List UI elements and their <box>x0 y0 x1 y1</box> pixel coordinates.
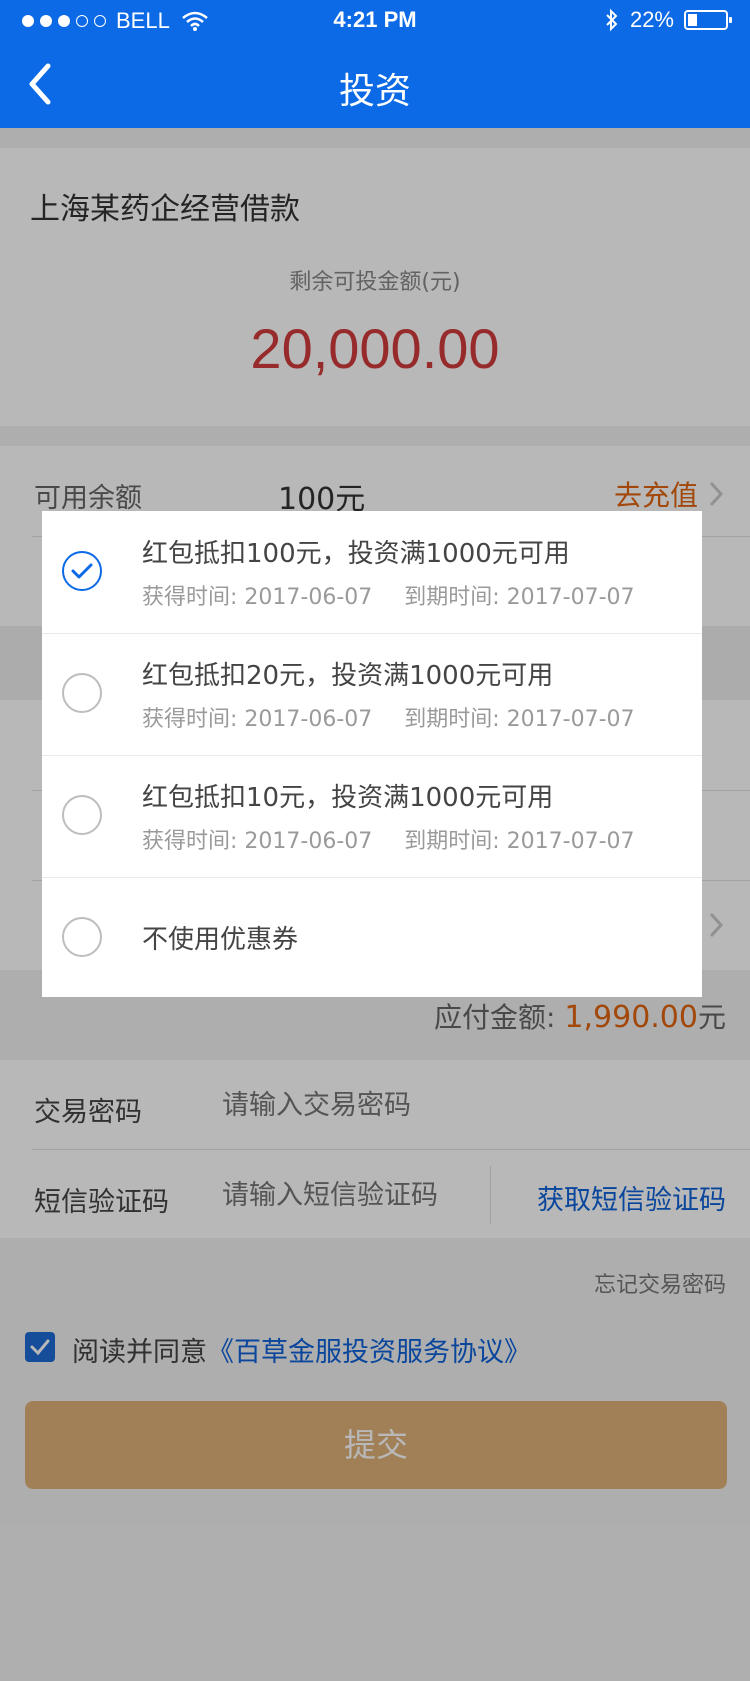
radio-unchecked-icon <box>62 795 102 835</box>
coupon-dates: 获得时间: 2017-06-07 到期时间: 2017-07-07 <box>142 823 635 855</box>
radio-checked-icon <box>62 551 102 591</box>
coupon-dates: 获得时间: 2017-06-07 到期时间: 2017-07-07 <box>142 579 635 611</box>
coupon-option[interactable]: 红包抵扣20元，投资满1000元可用 获得时间: 2017-06-07 到期时间:… <box>42 633 702 755</box>
coupon-title: 红包抵扣10元，投资满1000元可用 <box>142 783 554 813</box>
radio-unchecked-icon <box>62 917 102 957</box>
obtained-date: 获得时间: 2017-06-07 <box>142 585 373 610</box>
coupon-title: 红包抵扣20元，投资满1000元可用 <box>142 661 554 691</box>
nav-bar: 投资 <box>0 40 750 128</box>
page-title: 投资 <box>338 71 411 112</box>
coupon-option[interactable]: 红包抵扣100元，投资满1000元可用 获得时间: 2017-06-07 到期时间… <box>42 511 702 633</box>
coupon-option-none[interactable]: 不使用优惠券 <box>42 877 702 997</box>
expiry-date: 到期时间: 2017-07-07 <box>404 829 635 854</box>
battery-percent: 22% <box>629 7 674 32</box>
coupon-title: 红包抵扣100元，投资满1000元可用 <box>142 539 570 569</box>
expiry-date: 到期时间: 2017-07-07 <box>404 707 635 732</box>
status-bar: BELL 4:21 PM 22% <box>0 0 750 40</box>
coupon-title: 不使用优惠券 <box>142 925 299 955</box>
coupon-dates: 获得时间: 2017-06-07 到期时间: 2017-07-07 <box>142 701 635 733</box>
expiry-date: 到期时间: 2017-07-07 <box>404 585 635 610</box>
radio-unchecked-icon <box>62 673 102 713</box>
obtained-date: 获得时间: 2017-06-07 <box>142 707 373 732</box>
battery-icon <box>684 10 732 30</box>
status-right: 22% <box>604 7 732 33</box>
obtained-date: 获得时间: 2017-06-07 <box>142 829 373 854</box>
bluetooth-icon <box>606 8 618 32</box>
coupon-option[interactable]: 红包抵扣10元，投资满1000元可用 获得时间: 2017-06-07 到期时间:… <box>42 755 702 877</box>
coupon-modal: 红包抵扣100元，投资满1000元可用 获得时间: 2017-06-07 到期时间… <box>42 511 702 997</box>
